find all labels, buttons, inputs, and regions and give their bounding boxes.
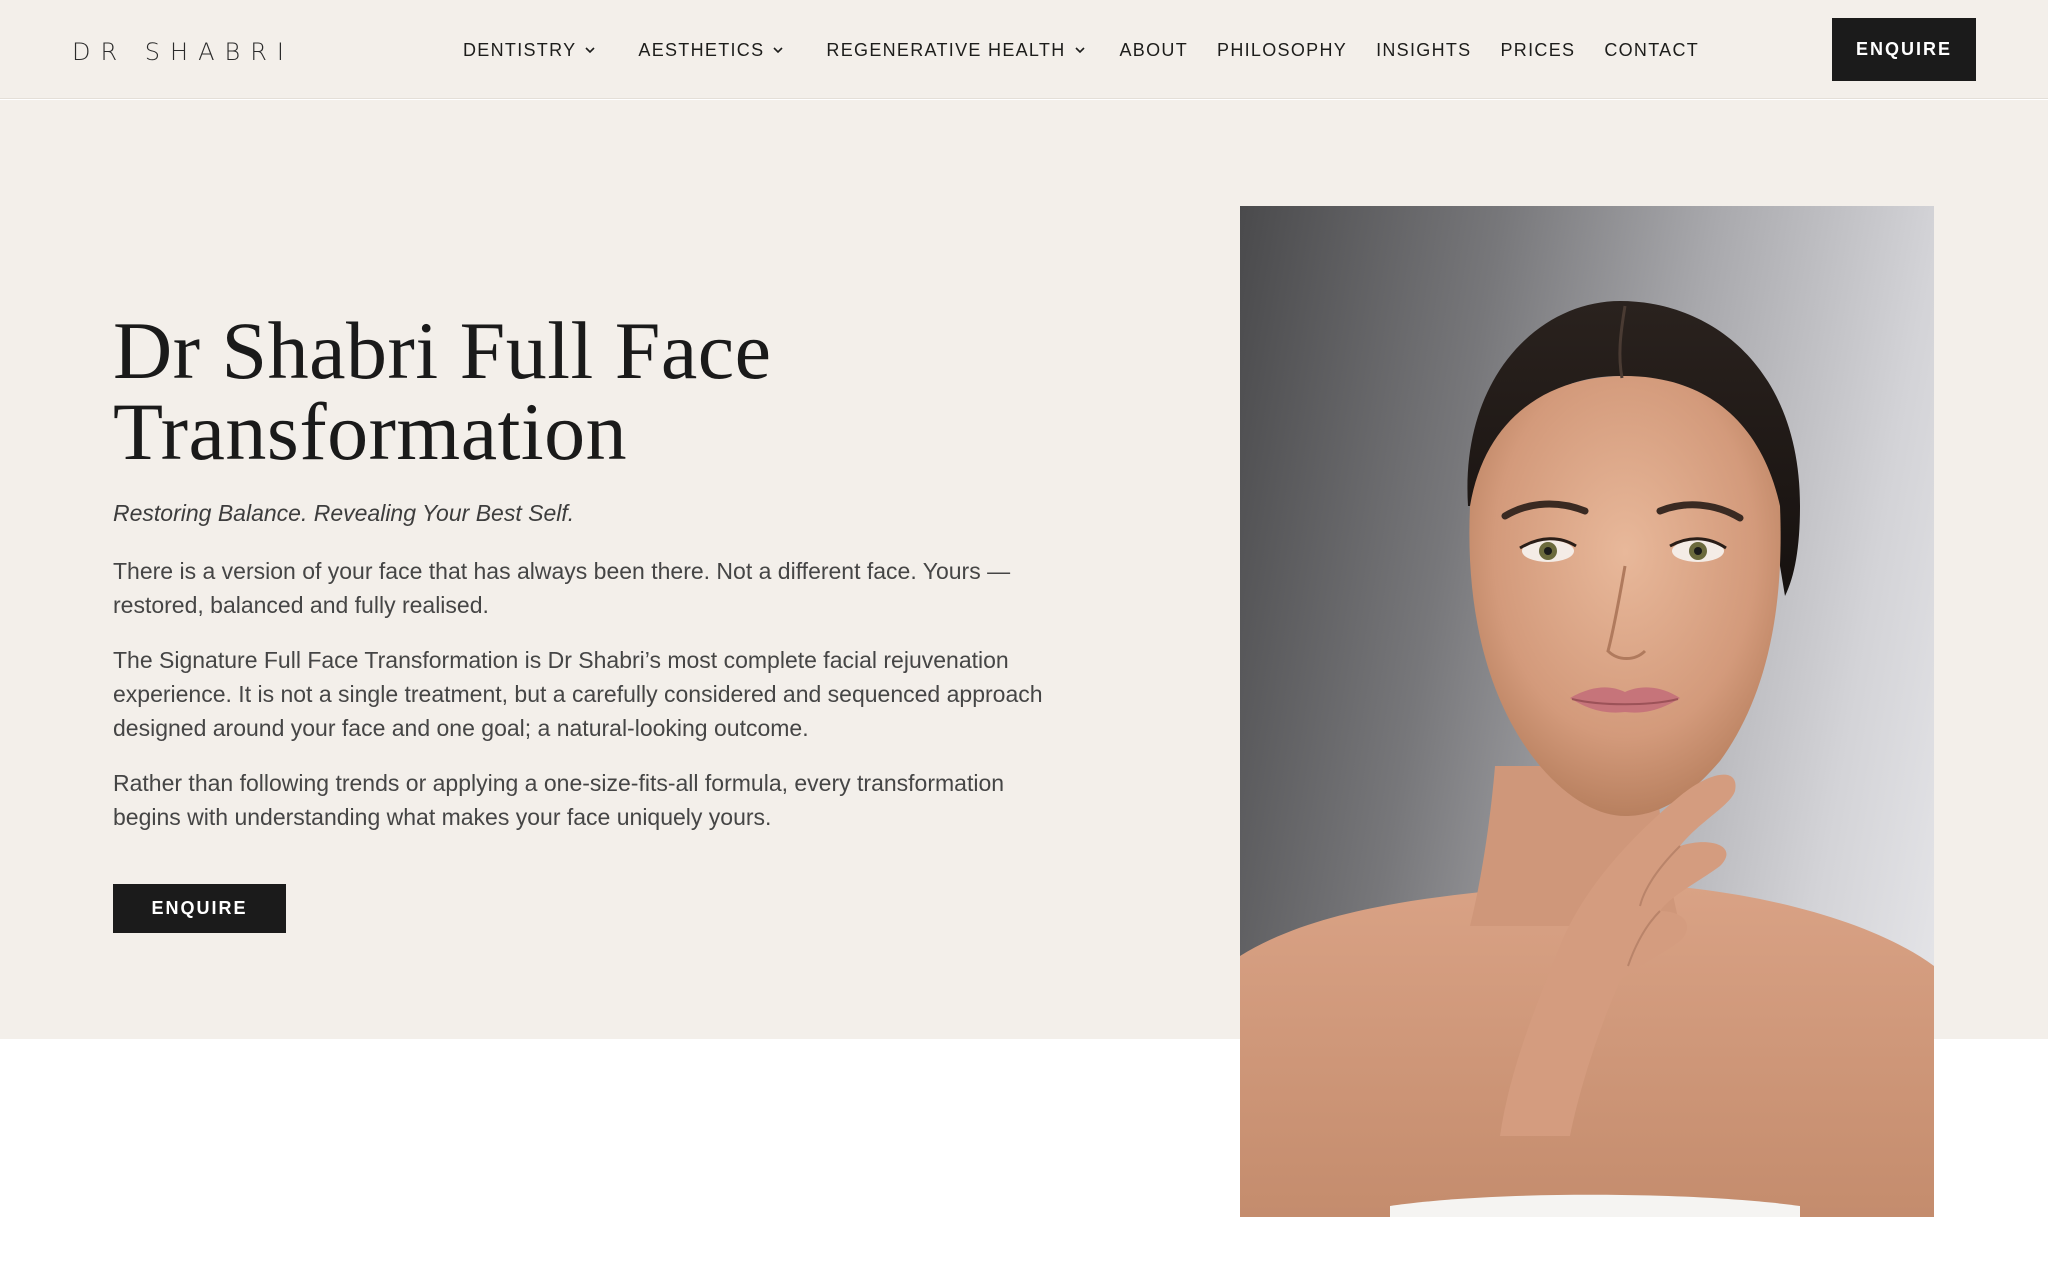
main-nav: DENTISTRY AESTHETICS REGENERATIVE HEALTH… (463, 36, 1699, 64)
hero-paragraph: The Signature Full Face Transformation i… (113, 647, 1043, 741)
chevron-down-icon (1074, 47, 1085, 54)
nav-item-about[interactable]: ABOUT (1120, 40, 1189, 61)
page: DR SHABRI DENTISTRY AESTHETICS REGENERAT… (0, 0, 2048, 1280)
nav-item-label: ABOUT (1119, 39, 1189, 60)
nav-item-prices[interactable]: PRICES (1500, 40, 1575, 61)
nav-item-label: AESTHETICS (638, 39, 765, 60)
hero-paragraph: There is a version of your face that has… (113, 558, 1011, 618)
nav-item-label: INSIGHTS (1376, 39, 1472, 60)
page-title: Dr Shabri Full Face Transformation (113, 305, 772, 477)
nav-item-label: CONTACT (1604, 39, 1700, 60)
portrait-illustration (1240, 301, 1934, 1217)
nav-item-label: DENTISTRY (463, 39, 577, 60)
nav-item-label: PHILOSOPHY (1217, 39, 1348, 60)
header-enquire-button[interactable]: ENQUIRE (1832, 18, 1976, 81)
nav-item-philosophy[interactable]: PHILOSOPHY (1217, 40, 1347, 61)
nav-item-aesthetics[interactable]: AESTHETICS (638, 40, 784, 61)
hero-subtitle: Restoring Balance. Revealing Your Best S… (113, 500, 575, 526)
nav-item-regenerative-health[interactable]: REGENERATIVE HEALTH (826, 40, 1085, 61)
nav-item-dentistry[interactable]: DENTISTRY (463, 40, 596, 61)
nav-item-label: PRICES (1500, 39, 1576, 60)
hero-paragraph: Rather than following trends or applying… (113, 770, 1005, 830)
nav-item-label: REGENERATIVE HEALTH (826, 39, 1066, 60)
chevron-down-icon (773, 47, 783, 54)
nav-item-insights[interactable]: INSIGHTS (1376, 40, 1471, 61)
hero-enquire-button[interactable]: ENQUIRE (113, 884, 286, 933)
chevron-down-icon (585, 47, 595, 54)
hero-portrait-image (1240, 206, 1934, 1217)
logo[interactable]: DR SHABRI (72, 36, 294, 68)
nav-item-contact[interactable]: CONTACT (1604, 40, 1699, 61)
site-header: DR SHABRI DENTISTRY AESTHETICS REGENERAT… (0, 0, 2048, 99)
